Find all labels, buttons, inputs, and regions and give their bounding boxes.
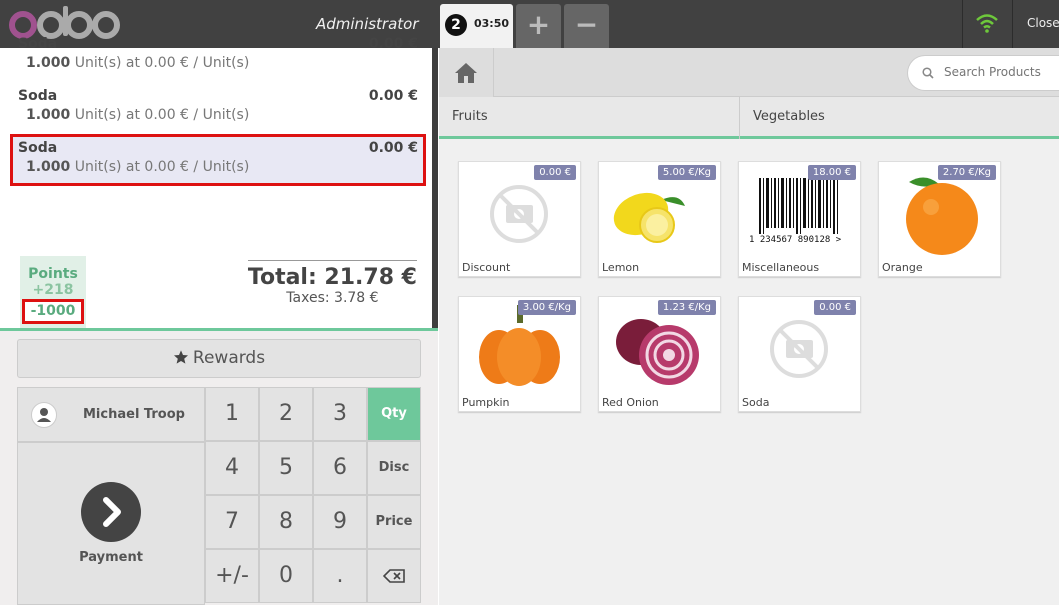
order-number: 2: [445, 14, 467, 36]
home-icon: [455, 63, 477, 83]
category-fruits[interactable]: Fruits: [439, 97, 739, 139]
separator: [1012, 0, 1013, 48]
customer-name: Michael Troop: [83, 407, 185, 422]
product-card[interactable]: 3.00 €/Kg Pumpkin: [458, 296, 581, 412]
category-bar: Fruits Vegetables: [439, 97, 1059, 139]
price-tag: 1.23 €/Kg: [657, 300, 716, 315]
search-box[interactable]: [907, 55, 1059, 91]
chevron-right-icon: [81, 482, 141, 542]
numpad-key-2[interactable]: 2: [259, 387, 313, 441]
order-time: 03:50: [474, 17, 510, 30]
points-spent: -1000: [22, 299, 84, 324]
price-tag: 0.00 €: [534, 165, 576, 180]
order-total: Total: 21.78 €: [247, 260, 417, 290]
line-product-name: Soda: [18, 88, 58, 104]
rewards-button[interactable]: Rewards: [17, 339, 421, 378]
order-line[interactable]: Soda 0.00 € 1.000 Unit(s) at 0.00 € / Un…: [10, 30, 426, 82]
price-tag: 18.00 €: [807, 165, 856, 180]
order-scrollbar[interactable]: [432, 48, 438, 328]
user-icon: [31, 402, 57, 428]
payment-label: Payment: [79, 550, 143, 565]
control-panel: Rewards Michael Troop Payment 1 2 3 Qty …: [0, 331, 438, 605]
product-card[interactable]: 1.23 €/Kg Red Onion: [598, 296, 721, 412]
search-input[interactable]: [944, 65, 1054, 79]
line-price: 0.00 €: [368, 140, 418, 156]
mode-disc-button[interactable]: Disc: [367, 441, 421, 495]
price-tag: 2.70 €/Kg: [937, 165, 996, 180]
order-tab[interactable]: 2 03:50: [440, 4, 513, 48]
numpad-key-8[interactable]: 8: [259, 495, 313, 549]
numpad-key-7[interactable]: 7: [205, 495, 259, 549]
numpad-key-3[interactable]: 3: [313, 387, 367, 441]
new-order-button[interactable]: +: [516, 4, 561, 48]
product-card[interactable]: 0.00 € Soda: [738, 296, 861, 412]
search-icon: [922, 67, 934, 79]
numpad-key-1[interactable]: 1: [205, 387, 259, 441]
order-summary: Total: 21.78 € Taxes: 3.78 €: [247, 260, 417, 306]
line-product-name: Soda: [18, 140, 58, 156]
numpad-key-6[interactable]: 6: [313, 441, 367, 495]
numpad-key-4[interactable]: 4: [205, 441, 259, 495]
product-name: Soda: [742, 396, 770, 409]
product-header: [439, 48, 1059, 97]
numpad-key-sign[interactable]: +/-: [205, 549, 259, 603]
numpad-key-0[interactable]: 0: [259, 549, 313, 603]
numpad-key-9[interactable]: 9: [313, 495, 367, 549]
product-name: Miscellaneous: [742, 261, 820, 274]
product-card[interactable]: 5.00 €/Kg Lemon: [598, 161, 721, 277]
separator: [962, 0, 963, 48]
backspace-icon: [382, 569, 405, 583]
svg-text:1 234567 890128 >: 1 234567 890128 >: [749, 235, 842, 245]
category-vegetables[interactable]: Vegetables: [740, 97, 1059, 139]
product-card[interactable]: 1 234567 890128 > 18.00 € Miscellaneous: [738, 161, 861, 277]
product-name: Red Onion: [602, 396, 659, 409]
order-line[interactable]: Soda 0.00 € 1.000 Unit(s) at 0.00 € / Un…: [10, 82, 426, 134]
product-panel: Fruits Vegetables 0.00 € Discount 5.00 €…: [439, 48, 1059, 605]
product-card[interactable]: 0.00 € Discount: [458, 161, 581, 277]
rewards-label: Rewards: [192, 348, 266, 368]
delete-order-button[interactable]: −: [564, 4, 609, 48]
mode-qty-button[interactable]: Qty: [367, 387, 421, 441]
points-won: +218: [32, 282, 74, 296]
close-button[interactable]: Close: [1027, 16, 1059, 30]
line-info: 1.000 Unit(s) at 0.00 € / Unit(s): [26, 107, 250, 123]
order-line-selected[interactable]: Soda 0.00 € 1.000 Unit(s) at 0.00 € / Un…: [10, 134, 426, 186]
star-icon: [173, 350, 188, 364]
numpad-key-5[interactable]: 5: [259, 441, 313, 495]
backspace-button[interactable]: [367, 549, 421, 603]
product-card[interactable]: 2.70 €/Kg Orange: [878, 161, 1001, 277]
price-tag: 0.00 €: [814, 300, 856, 315]
order-taxes: Taxes: 3.78 €: [286, 290, 379, 306]
line-price: 0.00 €: [368, 88, 418, 104]
mode-price-button[interactable]: Price: [367, 495, 421, 549]
customer-button[interactable]: Michael Troop: [17, 387, 205, 442]
product-name: Pumpkin: [462, 396, 510, 409]
product-name: Orange: [882, 261, 923, 274]
product-name: Lemon: [602, 261, 640, 274]
points-title: Points: [28, 266, 78, 282]
price-tag: 3.00 €/Kg: [517, 300, 576, 315]
line-info: 1.000 Unit(s) at 0.00 € / Unit(s): [26, 159, 250, 175]
home-button[interactable]: [439, 48, 494, 97]
wifi-icon[interactable]: [975, 12, 999, 34]
numpad-key-dot[interactable]: .: [313, 549, 367, 603]
product-name: Discount: [462, 261, 511, 274]
payment-button[interactable]: Payment: [17, 442, 205, 605]
price-tag: 5.00 €/Kg: [657, 165, 716, 180]
